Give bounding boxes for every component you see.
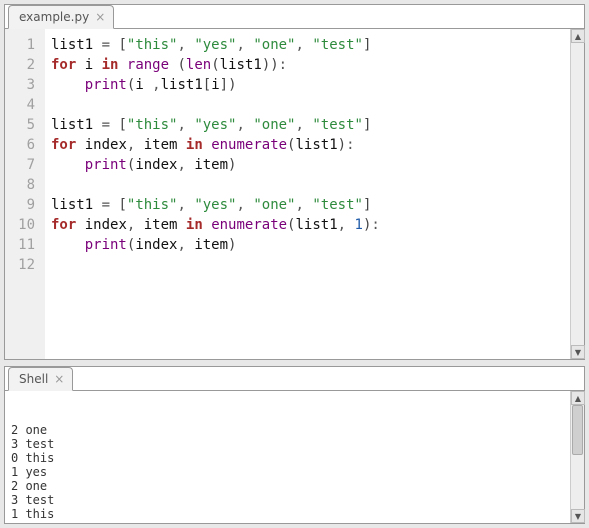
shell-content-wrap: 2 one3 test0 this1 yes2 one3 test1 this2… [5, 390, 584, 523]
shell-panel: Shell × 2 one3 test0 this1 yes2 one3 tes… [4, 366, 585, 524]
scrollbar-thumb[interactable] [572, 405, 583, 455]
shell-output-line: 1 this [11, 507, 564, 521]
close-icon[interactable]: × [54, 372, 64, 386]
line-number: 2 [13, 55, 35, 75]
code-line: list1 = ["this", "yes", "one", "test"] [51, 35, 564, 55]
editor-tab-label: example.py [19, 10, 89, 24]
shell-output-line: 1 yes [11, 465, 564, 479]
shell-tabbar: Shell × [4, 366, 73, 390]
scroll-down-icon[interactable]: ▼ [571, 345, 585, 359]
code-area[interactable]: list1 = ["this", "yes", "one", "test"]fo… [45, 29, 570, 359]
code-line [51, 255, 564, 275]
line-number: 4 [13, 95, 35, 115]
code-line: print(index, item) [51, 235, 564, 255]
line-number: 12 [13, 255, 35, 275]
close-icon[interactable]: × [95, 10, 105, 24]
scroll-up-icon[interactable]: ▲ [571, 29, 585, 43]
code-line [51, 95, 564, 115]
code-line: print(index, item) [51, 155, 564, 175]
line-gutter: 123456789101112 [5, 29, 45, 359]
code-line: list1 = ["this", "yes", "one", "test"] [51, 115, 564, 135]
line-number: 11 [13, 235, 35, 255]
editor-tabbar: example.py × [4, 4, 114, 28]
line-number: 10 [13, 215, 35, 235]
shell-output-line: 3 test [11, 493, 564, 507]
line-number: 3 [13, 75, 35, 95]
line-number: 7 [13, 155, 35, 175]
code-line: for i in range (len(list1)): [51, 55, 564, 75]
shell-output-line: 3 test [11, 437, 564, 451]
shell-scrollbar[interactable]: ▲ ▼ [570, 391, 584, 523]
editor-scrollbar[interactable]: ▲ ▼ [570, 29, 584, 359]
line-number: 5 [13, 115, 35, 135]
shell-output-line: 2 yes [11, 521, 564, 523]
line-number: 8 [13, 175, 35, 195]
scroll-up-icon[interactable]: ▲ [571, 391, 585, 405]
line-number: 9 [13, 195, 35, 215]
line-number: 1 [13, 35, 35, 55]
line-number: 6 [13, 135, 35, 155]
code-line: list1 = ["this", "yes", "one", "test"] [51, 195, 564, 215]
editor-panel: example.py × 123456789101112 list1 = ["t… [4, 4, 585, 360]
code-line: print(i ,list1[i]) [51, 75, 564, 95]
shell-tab-label: Shell [19, 372, 48, 386]
code-line [51, 175, 564, 195]
code-line: for index, item in enumerate(list1, 1): [51, 215, 564, 235]
code-line: for index, item in enumerate(list1): [51, 135, 564, 155]
shell-output-line: 0 this [11, 451, 564, 465]
editor-tab[interactable]: example.py × [8, 5, 114, 29]
shell-output-line: 2 one [11, 423, 564, 437]
shell-tab[interactable]: Shell × [8, 367, 73, 391]
shell-content[interactable]: 2 one3 test0 this1 yes2 one3 test1 this2… [5, 391, 570, 523]
scroll-down-icon[interactable]: ▼ [571, 509, 585, 523]
editor-content: 123456789101112 list1 = ["this", "yes", … [5, 28, 584, 359]
shell-output-line: 2 one [11, 479, 564, 493]
shell-output: 2 one3 test0 this1 yes2 one3 test1 this2… [11, 423, 564, 523]
